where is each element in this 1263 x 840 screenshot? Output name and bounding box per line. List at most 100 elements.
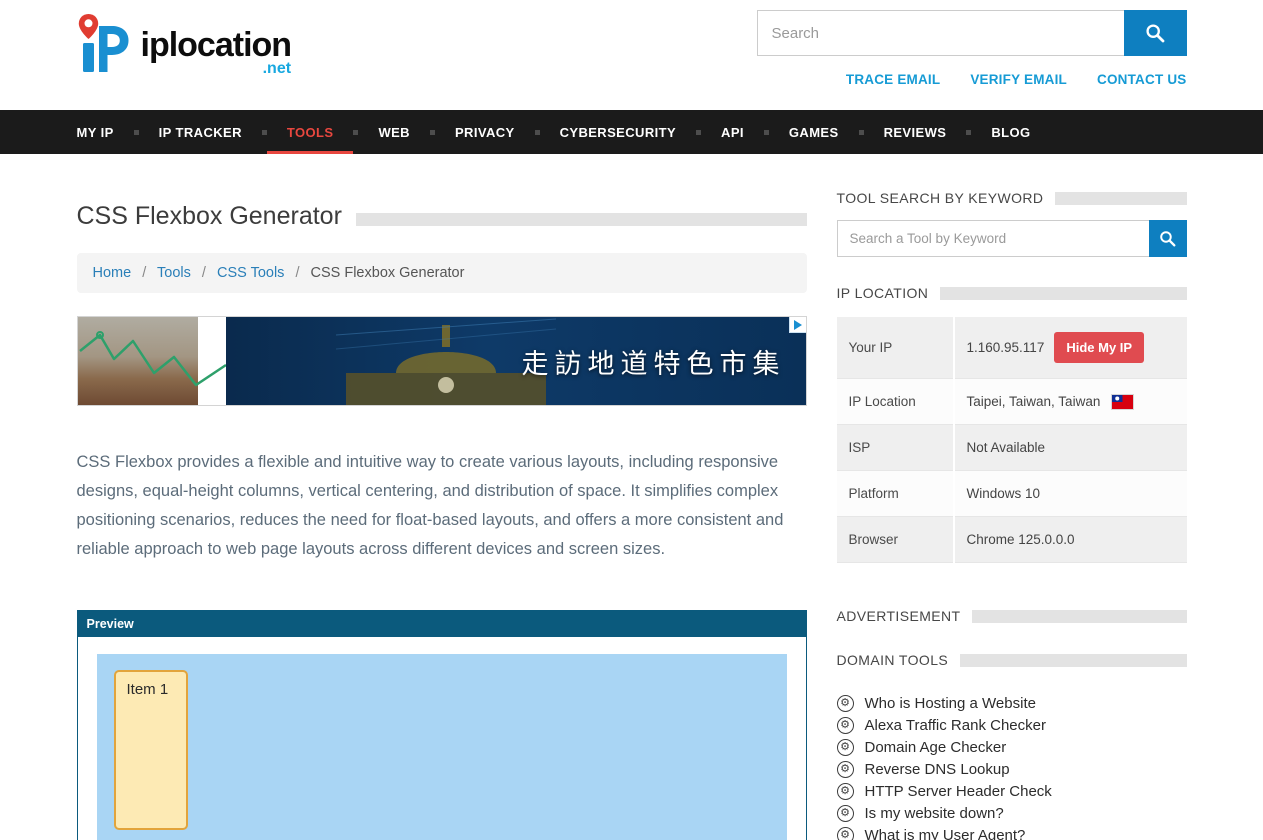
ip-location-heading-label: IP LOCATION [837,285,929,301]
list-item: ⚙ HTTP Server Header Check [837,780,1187,802]
nav-blog[interactable]: BLOG [971,110,1050,154]
heading-decoration-bar [960,654,1186,667]
domain-tool-link-alexa[interactable]: Alexa Traffic Rank Checker [865,717,1046,734]
row-label: ISP [837,425,954,471]
gear-icon: ⚙ [837,695,854,712]
nav-reviews[interactable]: REVIEWS [864,110,967,154]
nav-my-ip[interactable]: MY IP [77,110,134,154]
domain-tools-list: ⚙ Who is Hosting a Website ⚙ Alexa Traff… [837,692,1187,840]
breadcrumb-tools[interactable]: Tools [157,265,191,281]
main-column: CSS Flexbox Generator Home / Tools / CSS… [77,190,807,840]
row-value: Windows 10 [954,471,1187,517]
nav-tools[interactable]: TOOLS [267,110,354,154]
list-item: ⚙ Who is Hosting a Website [837,692,1187,714]
list-item: ⚙ Domain Age Checker [837,736,1187,758]
domain-tool-link-website-down[interactable]: Is my website down? [865,805,1004,822]
main-nav: MY IP IP TRACKER TOOLS WEB PRIVACY CYBER… [0,110,1263,154]
breadcrumb-current: CSS Flexbox Generator [311,265,465,281]
ad-headline: 走訪地道特色市集 [522,342,786,381]
preview-header: Preview [78,611,806,637]
gear-icon: ⚙ [837,717,854,734]
gear-icon: ⚙ [837,827,854,840]
ad-chart-line [78,317,228,406]
search-icon [1159,230,1176,247]
table-row-your-ip: Your IP 1.160.95.117 Hide My IP [837,317,1187,379]
breadcrumb-separator: / [202,265,206,281]
row-value: 1.160.95.117 Hide My IP [954,317,1187,379]
list-item: ⚙ Reverse DNS Lookup [837,758,1187,780]
logo-text: iplocation .net [141,26,292,78]
site-logo[interactable]: iplocation .net [77,12,292,87]
page-content: CSS Flexbox Generator Home / Tools / CSS… [77,154,1187,840]
header-links: TRACE EMAIL VERIFY EMAIL CONTACT US [757,72,1187,87]
tool-search-button[interactable] [1149,220,1187,257]
table-row-isp: ISP Not Available [837,425,1187,471]
trace-email-link[interactable]: TRACE EMAIL [846,72,940,87]
domain-tool-link-user-agent[interactable]: What is my User Agent? [865,827,1026,840]
ip-location-heading: IP LOCATION [837,285,1187,301]
tool-search-heading-label: TOOL SEARCH BY KEYWORD [837,190,1044,206]
domain-tool-link-http-header[interactable]: HTTP Server Header Check [865,783,1052,800]
site-header: iplocation .net TRACE EMAIL VERIFY EMAIL… [0,0,1263,110]
ip-location-value: Taipei, Taiwan, Taiwan [967,394,1101,409]
breadcrumb-separator: / [142,265,146,281]
domain-tool-link-reverse-dns[interactable]: Reverse DNS Lookup [865,761,1010,778]
site-search [757,10,1187,56]
ad-choices-icon[interactable] [789,317,806,333]
taiwan-flag-icon [1112,395,1133,409]
table-row-ip-location: IP Location Taipei, Taiwan, Taiwan [837,379,1187,425]
contact-us-link[interactable]: CONTACT US [1097,72,1187,87]
breadcrumb: Home / Tools / CSS Tools / CSS Flexbox G… [77,253,807,293]
your-ip-value: 1.160.95.117 [967,340,1045,355]
nav-ip-tracker[interactable]: IP TRACKER [139,110,262,154]
verify-email-link[interactable]: VERIFY EMAIL [970,72,1067,87]
tool-search-input[interactable] [837,220,1149,257]
nav-privacy[interactable]: PRIVACY [435,110,535,154]
preview-body: Item 1 [78,637,806,840]
domain-tool-link-hosting[interactable]: Who is Hosting a Website [865,695,1036,712]
flex-container: Item 1 [97,654,787,840]
hide-my-ip-button[interactable]: Hide My IP [1054,332,1144,363]
heading-decoration-bar [972,610,1186,623]
gear-icon: ⚙ [837,783,854,800]
row-label: Your IP [837,317,954,379]
heading-decoration-bar [1055,192,1186,205]
table-row-platform: Platform Windows 10 [837,471,1187,517]
list-item: ⚙ Alexa Traffic Rank Checker [837,714,1187,736]
domain-tools-heading-label: DOMAIN TOOLS [837,652,949,668]
nav-games[interactable]: GAMES [769,110,859,154]
tool-description: CSS Flexbox provides a flexible and intu… [77,448,807,564]
search-icon [1145,23,1165,43]
tool-search-heading: TOOL SEARCH BY KEYWORD [837,190,1187,206]
search-input[interactable] [757,10,1124,56]
page-title: CSS Flexbox Generator [77,202,342,231]
row-label: IP Location [837,379,954,425]
nav-cybersecurity[interactable]: CYBERSECURITY [540,110,696,154]
table-row-browser: Browser Chrome 125.0.0.0 [837,517,1187,563]
gear-icon: ⚙ [837,761,854,778]
row-value: Chrome 125.0.0.0 [954,517,1187,563]
search-button[interactable] [1124,10,1187,56]
list-item: ⚙ What is my User Agent? [837,824,1187,840]
logo-word: iplocation [141,26,292,64]
title-decoration-bar [356,213,807,226]
title-row: CSS Flexbox Generator [77,202,807,231]
nav-web[interactable]: WEB [358,110,430,154]
gear-icon: ⚙ [837,739,854,756]
logo-icon [77,12,137,76]
preview-panel: Preview Item 1 [77,610,807,840]
row-label: Platform [837,471,954,517]
advertisement-heading: ADVERTISEMENT [837,608,1187,624]
ad-banner[interactable]: 走訪地道特色市集 [77,316,807,406]
heading-decoration-bar [940,287,1186,300]
domain-tools-heading: DOMAIN TOOLS [837,652,1187,668]
row-value: Taipei, Taiwan, Taiwan [954,379,1187,425]
row-value: Not Available [954,425,1187,471]
breadcrumb-css-tools[interactable]: CSS Tools [217,265,284,281]
breadcrumb-home[interactable]: Home [93,265,132,281]
breadcrumb-separator: / [295,265,299,281]
tool-search-box [837,220,1187,257]
flex-item[interactable]: Item 1 [114,670,188,830]
nav-api[interactable]: API [701,110,764,154]
domain-tool-link-domain-age[interactable]: Domain Age Checker [865,739,1007,756]
